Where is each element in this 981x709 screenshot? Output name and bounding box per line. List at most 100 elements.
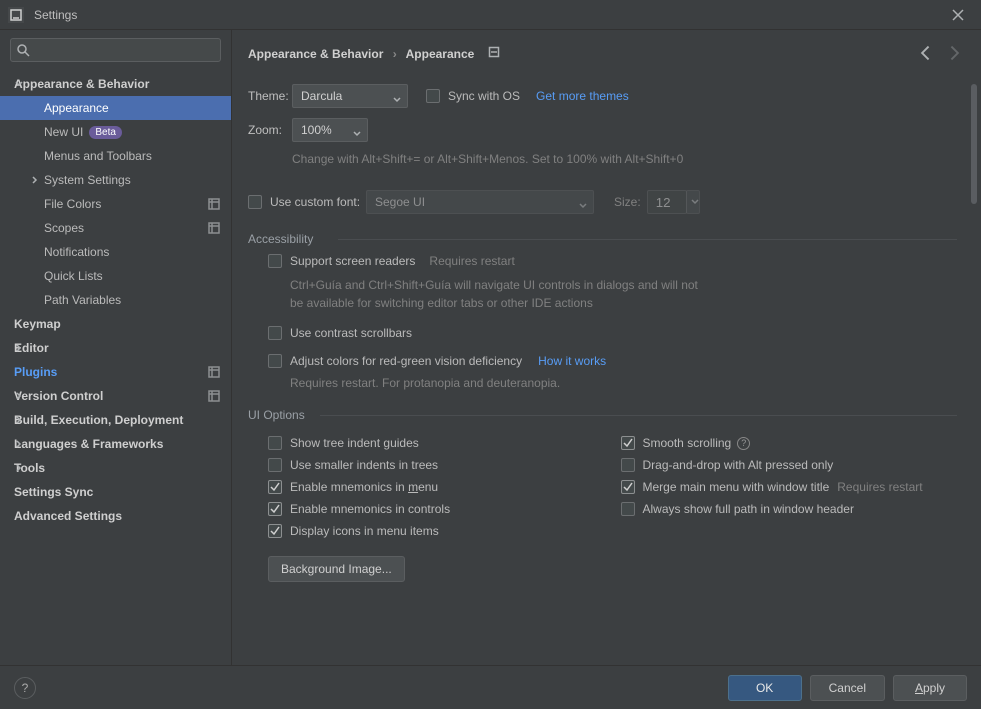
color-deficiency-label: Adjust colors for red-green vision defic… (290, 354, 522, 368)
sidebar-item-editor[interactable]: Editor (0, 336, 231, 360)
full_path-checkbox[interactable] (621, 502, 635, 516)
project-settings-icon (207, 389, 221, 403)
nav-back-button[interactable] (917, 44, 935, 62)
sidebar-item-label: Plugins (14, 365, 57, 379)
sidebar-item-label: Build, Execution, Deployment (14, 413, 183, 427)
help-button[interactable]: ? (14, 677, 36, 699)
app-logo-icon (8, 7, 24, 23)
settings-sidebar: Appearance & Behavior AppearanceNew UIBet… (0, 30, 232, 665)
sidebar-item-languages-frameworks[interactable]: Languages & Frameworks (0, 432, 231, 456)
apply-button[interactable]: Apply (893, 675, 967, 701)
chevron-down-icon (393, 93, 401, 107)
chevron-down-icon (691, 195, 699, 209)
theme-select[interactable]: Darcula (292, 84, 408, 108)
chevron-right-icon (14, 437, 24, 451)
support-screen-readers-label: Support screen readers (290, 254, 415, 268)
color-deficiency-checkbox[interactable] (268, 354, 282, 368)
sync-with-os-checkbox[interactable] (426, 89, 440, 103)
sidebar-item-label: File Colors (44, 197, 101, 211)
tree_indent-checkbox[interactable] (268, 436, 282, 450)
mnemonics_menu-label: Enable mnemonics in menu (290, 480, 438, 494)
contrast-scrollbars-checkbox[interactable] (268, 326, 282, 340)
sidebar-item-plugins[interactable]: Plugins (0, 360, 231, 384)
zoom-hint: Change with Alt+Shift+= or Alt+Shift+Men… (292, 152, 957, 166)
font-size-dropdown (686, 190, 700, 214)
cancel-button[interactable]: Cancel (810, 675, 885, 701)
zoom-label: Zoom: (248, 123, 292, 137)
background-image-button[interactable]: Background Image... (268, 556, 405, 582)
chevron-right-icon (14, 461, 24, 475)
chevron-right-icon: › (393, 47, 397, 61)
mnemonics_controls-label: Enable mnemonics in controls (290, 502, 450, 516)
chevron-right-icon (14, 413, 24, 427)
sidebar-item-keymap[interactable]: Keymap (0, 312, 231, 336)
reset-icon[interactable] (488, 46, 500, 58)
icons_menu-label: Display icons in menu items (290, 524, 439, 538)
project-settings-icon (207, 365, 221, 379)
project-settings-icon (207, 197, 221, 211)
sidebar-item-new-ui[interactable]: New UIBeta (0, 120, 231, 144)
how-it-works-link[interactable]: How it works (538, 354, 606, 368)
sidebar-item-label: Keymap (14, 317, 61, 331)
sidebar-item-label: Path Variables (44, 293, 121, 307)
dnd_alt-checkbox[interactable] (621, 458, 635, 472)
scrollbar-thumb[interactable] (971, 84, 977, 204)
sidebar-item-label: Scopes (44, 221, 84, 235)
search-input[interactable] (10, 38, 221, 62)
sidebar-item-version-control[interactable]: Version Control (0, 384, 231, 408)
smaller_indents-checkbox[interactable] (268, 458, 282, 472)
dnd_alt-label: Drag-and-drop with Alt pressed only (643, 458, 834, 472)
sidebar-item-settings-sync[interactable]: Settings Sync (0, 480, 231, 504)
smooth_scroll-label: Smooth scrolling (643, 436, 732, 450)
theme-label: Theme: (248, 89, 292, 103)
sidebar-item-scopes[interactable]: Scopes (0, 216, 231, 240)
breadcrumb-root[interactable]: Appearance & Behavior (248, 47, 383, 61)
smaller_indents-label: Use smaller indents in trees (290, 458, 438, 472)
sidebar-item-advanced-settings[interactable]: Advanced Settings (0, 504, 231, 528)
sidebar-item-appearance-behavior[interactable]: Appearance & Behavior (0, 72, 231, 96)
get-more-themes-link[interactable]: Get more themes (536, 89, 629, 103)
sidebar-item-appearance[interactable]: Appearance (0, 96, 231, 120)
sidebar-item-label: System Settings (44, 173, 131, 187)
tree_indent-label: Show tree indent guides (290, 436, 419, 450)
sidebar-item-path-variables[interactable]: Path Variables (0, 288, 231, 312)
sidebar-item-label: Menus and Toolbars (44, 149, 152, 163)
section-accessibility: Accessibility (248, 232, 957, 246)
sidebar-item-tools[interactable]: Tools (0, 456, 231, 480)
info-icon[interactable]: ? (737, 437, 750, 450)
sidebar-item-label: Advanced Settings (14, 509, 122, 523)
breadcrumb-leaf: Appearance (406, 47, 475, 61)
merge_menu-checkbox[interactable] (621, 480, 635, 494)
sidebar-item-menus-and-toolbars[interactable]: Menus and Toolbars (0, 144, 231, 168)
sidebar-item-build-execution-deployment[interactable]: Build, Execution, Deployment (0, 408, 231, 432)
chevron-right-icon (14, 389, 24, 403)
sidebar-item-label: Quick Lists (44, 269, 103, 283)
chevron-down-icon (353, 127, 361, 141)
section-ui-options: UI Options (248, 408, 957, 422)
sidebar-item-system-settings[interactable]: System Settings (0, 168, 231, 192)
breadcrumb: Appearance & Behavior › Appearance (248, 46, 500, 61)
requires-restart-text: Requires restart (429, 254, 514, 268)
nav-forward-button (945, 44, 963, 62)
color-deficiency-hint: Requires restart. For protanopia and deu… (290, 376, 957, 390)
font-family-select: Segoe UI (366, 190, 594, 214)
icons_menu-checkbox[interactable] (268, 524, 282, 538)
zoom-select[interactable]: 100% (292, 118, 368, 142)
mnemonics_controls-checkbox[interactable] (268, 502, 282, 516)
mnemonics_menu-checkbox[interactable] (268, 480, 282, 494)
sidebar-item-file-colors[interactable]: File Colors (0, 192, 231, 216)
smooth_scroll-checkbox[interactable] (621, 436, 635, 450)
sidebar-item-label: Notifications (44, 245, 109, 259)
sidebar-item-quick-lists[interactable]: Quick Lists (0, 264, 231, 288)
full_path-label: Always show full path in window header (643, 502, 854, 516)
sidebar-item-notifications[interactable]: Notifications (0, 240, 231, 264)
settings-tree: Appearance & Behavior AppearanceNew UIBet… (0, 68, 231, 665)
sidebar-item-label: Appearance & Behavior (14, 77, 149, 91)
merge_menu-label: Merge main menu with window title (643, 480, 830, 494)
font-size-label: Size: (614, 195, 641, 209)
close-button[interactable] (943, 0, 973, 30)
use-custom-font-checkbox[interactable] (248, 195, 262, 209)
settings-content: Appearance & Behavior › Appearance Theme… (232, 30, 981, 665)
ok-button[interactable]: OK (728, 675, 802, 701)
support-screen-readers-checkbox[interactable] (268, 254, 282, 268)
